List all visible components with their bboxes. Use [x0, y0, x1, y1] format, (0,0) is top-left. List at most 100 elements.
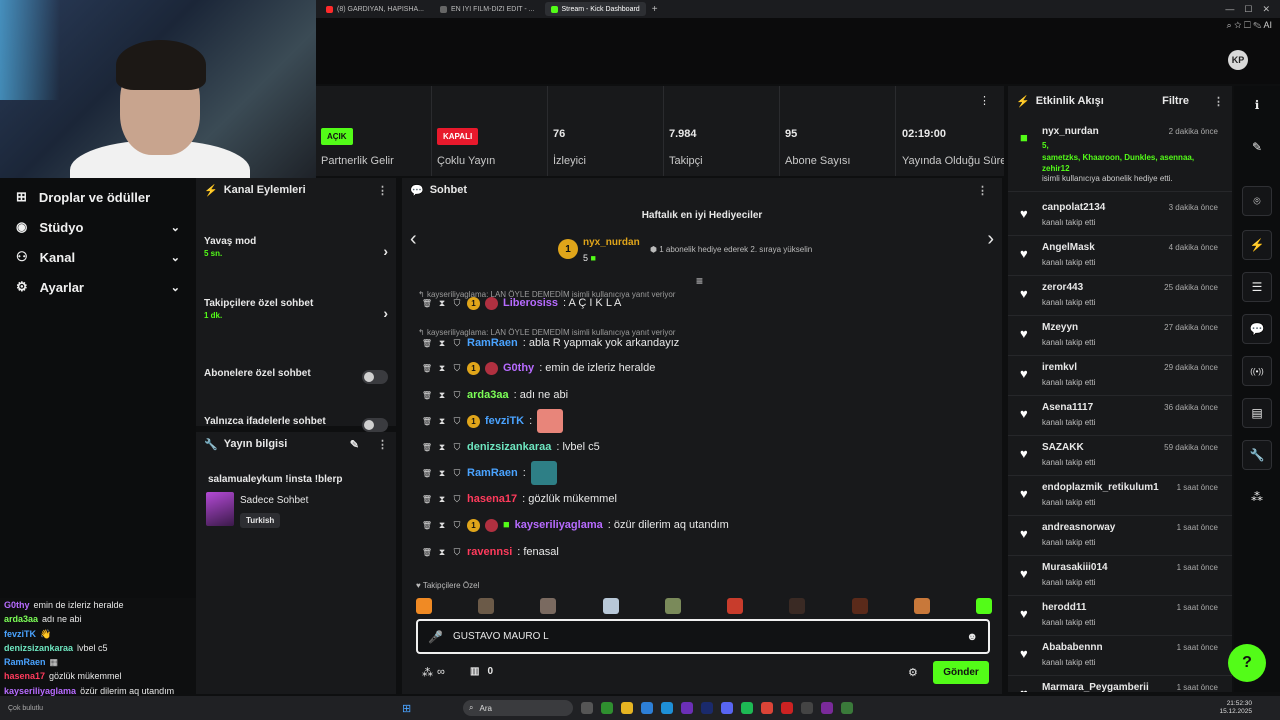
- toggle-switch[interactable]: [362, 370, 388, 384]
- browser-tab[interactable]: EN IYI FILM-DIZI EDIT - ...: [434, 2, 541, 16]
- follower-avatar[interactable]: [975, 598, 992, 614]
- toggle-switch[interactable]: [362, 418, 388, 432]
- ban-icon[interactable]: ⛉: [452, 468, 462, 479]
- feed-username[interactable]: Mzeyyn: [1042, 322, 1078, 333]
- minimize-button[interactable]: —: [1225, 4, 1234, 15]
- maximize-button[interactable]: ☐: [1244, 4, 1252, 15]
- menu-icon[interactable]: ⋮: [977, 184, 988, 197]
- feed-username[interactable]: Murasakiii014: [1042, 562, 1108, 573]
- microphone-icon[interactable]: 🎤: [428, 630, 443, 644]
- feed-username[interactable]: herodd11: [1042, 602, 1086, 613]
- delete-icon[interactable]: 🗑: [422, 417, 432, 426]
- chat-username[interactable]: G0thy: [503, 362, 534, 374]
- notes-icon[interactable]: ☰: [1242, 272, 1272, 302]
- capture-icon[interactable]: ⌾: [1242, 186, 1272, 216]
- ban-icon[interactable]: ⛉: [452, 547, 462, 558]
- follower-avatar[interactable]: [664, 598, 681, 614]
- delete-icon[interactable]: 🗑: [422, 299, 432, 308]
- timeout-icon[interactable]: ⧗: [437, 298, 447, 309]
- ban-icon[interactable]: ⛉: [452, 298, 462, 309]
- chat-username[interactable]: ravennsi: [467, 546, 512, 558]
- prev-arrow-icon[interactable]: ‹: [410, 228, 417, 251]
- delete-icon[interactable]: 🗑: [422, 443, 432, 452]
- close-button[interactable]: ✕: [1262, 4, 1270, 15]
- timeout-icon[interactable]: ⧗: [437, 547, 447, 558]
- edit-icon[interactable]: ✎: [350, 438, 359, 451]
- edge-icon[interactable]: [661, 702, 674, 714]
- settings-icon[interactable]: ⚙: [908, 666, 918, 679]
- next-arrow-icon[interactable]: ›: [987, 228, 994, 251]
- action-row[interactable]: Abonelere özel sohbet: [196, 368, 396, 386]
- nav-item-settings[interactable]: ⚙ Ayarlar ⌄: [0, 272, 196, 302]
- feed-username[interactable]: zeror443: [1042, 282, 1083, 293]
- feed-username[interactable]: endoplazmik_retikulum1: [1042, 482, 1159, 493]
- brand-logo[interactable]: KP: [1228, 50, 1248, 70]
- discord-icon[interactable]: [721, 702, 734, 714]
- browser-toolbar-icons[interactable]: ⌕ ☆ ☐ ✎ AI: [1227, 20, 1272, 31]
- feed-username[interactable]: iremkvl: [1042, 362, 1077, 373]
- chat-username[interactable]: kayseriliyaglama: [515, 519, 603, 531]
- scroll-down-icon[interactable]: ≡: [696, 274, 703, 288]
- feed-username[interactable]: Marmara_Peygamberii: [1042, 682, 1149, 692]
- share-icon[interactable]: ⁂: [1242, 482, 1272, 512]
- delete-icon[interactable]: 🗑: [422, 548, 432, 557]
- chat-icon[interactable]: 💬: [1242, 314, 1272, 344]
- app-icon[interactable]: [781, 702, 794, 714]
- feed-username[interactable]: canpolat2134: [1042, 202, 1105, 213]
- browser-tab-active[interactable]: Stream - Kick Dashboard: [544, 2, 646, 16]
- store-icon[interactable]: [641, 702, 654, 714]
- taskbar-search[interactable]: ⌕ Ara: [463, 700, 574, 716]
- edit-icon[interactable]: ✎: [1242, 132, 1272, 162]
- app-icon[interactable]: [821, 702, 834, 714]
- nav-item-channel[interactable]: ⚇ Kanal ⌄: [0, 242, 196, 272]
- chat-username[interactable]: RamRaen: [467, 467, 518, 479]
- follower-avatar[interactable]: [540, 598, 557, 614]
- chat-input[interactable]: 🎤 GUSTAVO MAURO L ☻: [416, 619, 990, 654]
- app-icon[interactable]: [801, 702, 814, 714]
- category-name[interactable]: Sadece Sohbet: [240, 495, 308, 506]
- action-row[interactable]: Yavaş mod 5 sn. ›: [196, 236, 396, 266]
- action-row[interactable]: Takipçilere özel sohbet 1 dk. ›: [196, 298, 396, 328]
- browser-tab[interactable]: (8) GARDIYAN, HAPISHA...: [320, 2, 430, 16]
- follower-avatar[interactable]: [851, 598, 868, 614]
- feed-username[interactable]: Abababennn: [1042, 642, 1103, 653]
- delete-icon[interactable]: 🗑: [422, 391, 432, 400]
- timeout-icon[interactable]: ⧗: [437, 416, 447, 427]
- info-icon[interactable]: ℹ: [1242, 90, 1272, 120]
- timeout-icon[interactable]: ⧗: [437, 338, 447, 349]
- lightning-icon[interactable]: ⚡: [1242, 230, 1272, 260]
- layout-icon[interactable]: ▤: [1242, 398, 1272, 428]
- follower-avatar[interactable]: [416, 598, 432, 614]
- menu-icon[interactable]: ⋮: [377, 438, 388, 451]
- feed-username[interactable]: AngelMask: [1042, 242, 1095, 253]
- nav-item-drops[interactable]: ⊞ Droplar ve ödüller: [0, 182, 196, 212]
- feed-username[interactable]: Asena1117: [1042, 402, 1093, 413]
- taskbar-app-icon[interactable]: [581, 702, 594, 714]
- broadcast-icon[interactable]: ((•)): [1242, 356, 1272, 386]
- chat-username[interactable]: denizsizankaraa: [467, 441, 551, 453]
- timeout-icon[interactable]: ⧗: [437, 494, 447, 505]
- ban-icon[interactable]: ⛉: [452, 363, 462, 374]
- menu-icon[interactable]: ⋮: [1213, 95, 1224, 108]
- feed-username[interactable]: andreasnorway: [1042, 522, 1115, 533]
- windows-start-icon[interactable]: ⊞: [402, 702, 411, 715]
- help-button[interactable]: ?: [1228, 644, 1266, 682]
- ban-icon[interactable]: ⛉: [452, 416, 462, 427]
- gift-counter[interactable]: ▥ 0: [470, 666, 493, 677]
- ban-icon[interactable]: ⛉: [452, 338, 462, 349]
- follower-avatar[interactable]: [727, 598, 744, 614]
- follower-avatar[interactable]: [789, 598, 806, 614]
- ban-icon[interactable]: ⛉: [452, 494, 462, 505]
- timeout-icon[interactable]: ⧗: [437, 468, 447, 479]
- follower-avatar[interactable]: [913, 598, 930, 614]
- timeout-icon[interactable]: ⧗: [437, 442, 447, 453]
- delete-icon[interactable]: 🗑: [422, 364, 432, 373]
- photoshop-icon[interactable]: [701, 702, 714, 714]
- delete-icon[interactable]: 🗑: [422, 469, 432, 478]
- new-tab-button[interactable]: +: [652, 4, 658, 15]
- follower-avatar[interactable]: [478, 598, 495, 614]
- follower-avatar[interactable]: [602, 598, 619, 614]
- app-icon[interactable]: [841, 702, 854, 714]
- chat-username[interactable]: Liberosiss: [503, 297, 558, 309]
- timeout-icon[interactable]: ⧗: [437, 520, 447, 531]
